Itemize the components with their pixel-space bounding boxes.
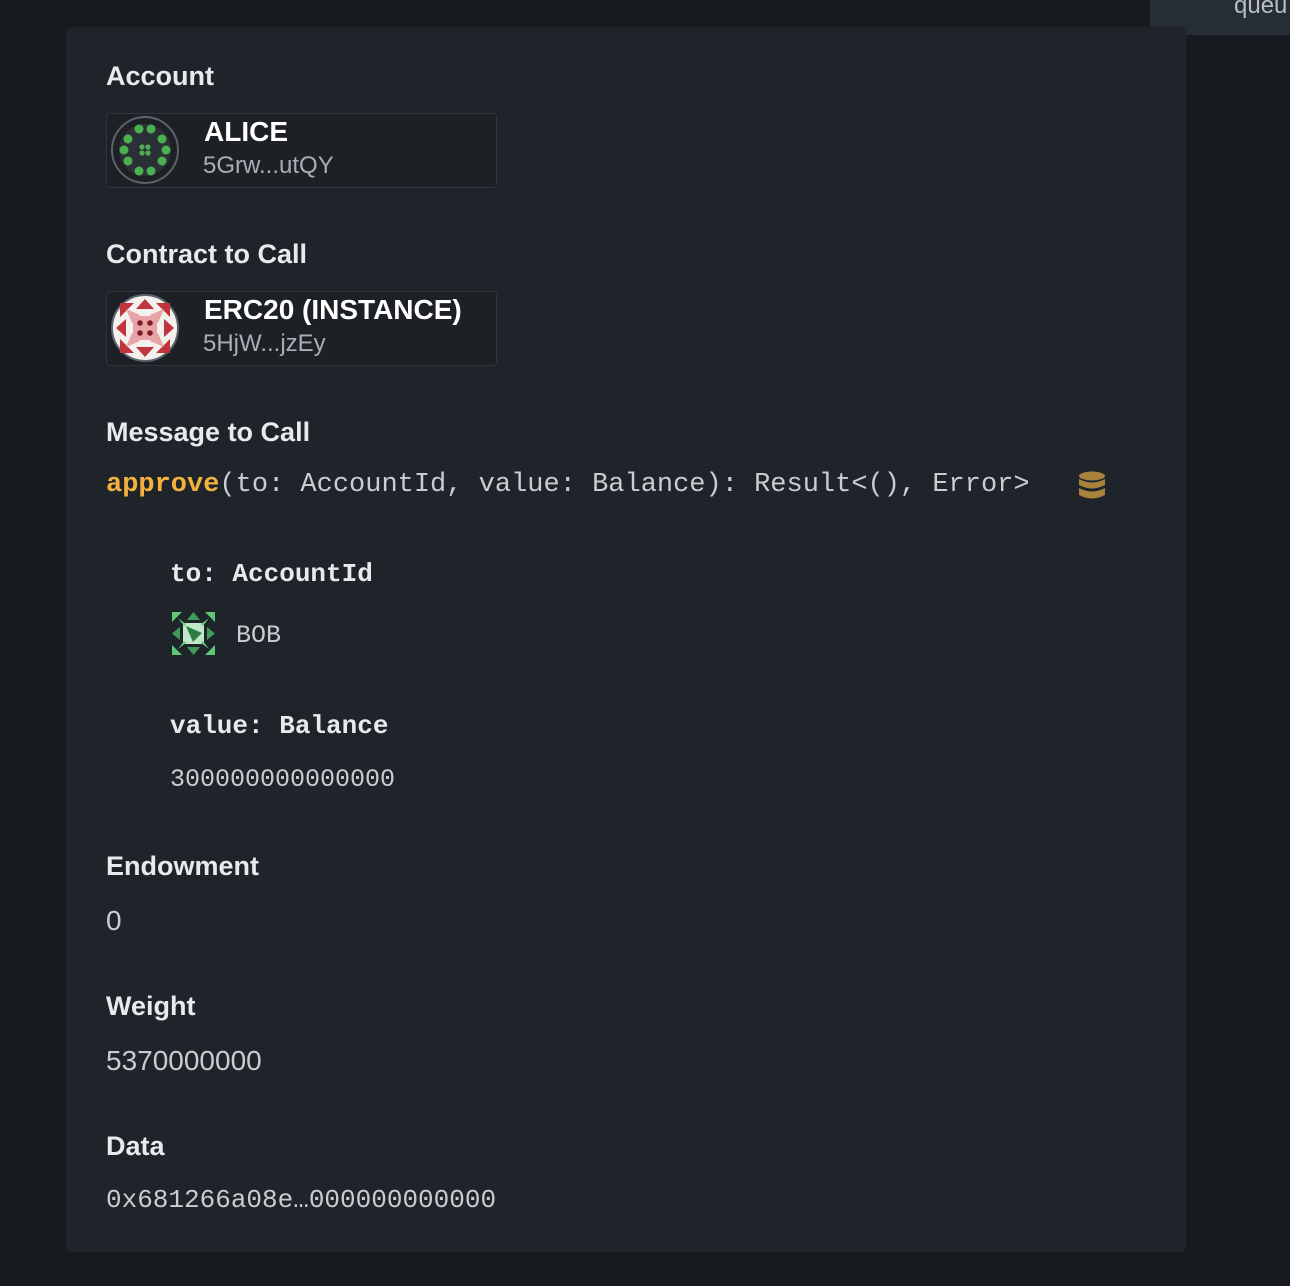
endowment-label: Endowment [106,851,259,881]
contract-identicon-icon [111,294,179,362]
contract-name: ERC20 (INSTANCE) [204,294,462,325]
account-selector[interactable]: ALICE 5Grw...utQY [106,113,497,188]
endowment-value: 0 [106,905,122,936]
account-name: ALICE [204,116,288,147]
arg-to-label: to: AccountId [170,559,373,589]
alice-identicon-icon [111,116,179,184]
arg-value-value: 300000000000000 [170,765,396,794]
message-function-name: approve [106,470,220,500]
data-value: 0x681266a08e…000000000000 [106,1185,497,1215]
database-icon [1079,471,1105,499]
account-label: Account [106,61,214,91]
weight-label: Weight [106,991,196,1021]
weight-value: 5370000000 [106,1045,262,1076]
arg-to-value: BOB [236,621,282,650]
message-label: Message to Call [106,417,311,447]
message-signature-params: (to: AccountId, value: Balance): Result<… [219,470,1030,500]
bob-identicon-icon [172,612,215,655]
contract-selector[interactable]: ERC20 (INSTANCE) 5HjW...jzEy [106,291,497,366]
top-right-tab-label: queu [1234,0,1288,19]
call-review-panel: Account ALICE 5Grw...utQY Contract to Ca… [66,27,1186,1252]
arg-value-label: value: Balance [170,711,389,741]
data-label: Data [106,1131,165,1161]
contract-label: Contract to Call [106,239,308,269]
account-address: 5Grw...utQY [203,152,334,179]
message-signature: approve(to: AccountId, value: Balance): … [106,470,1030,500]
contract-address: 5HjW...jzEy [203,330,326,357]
